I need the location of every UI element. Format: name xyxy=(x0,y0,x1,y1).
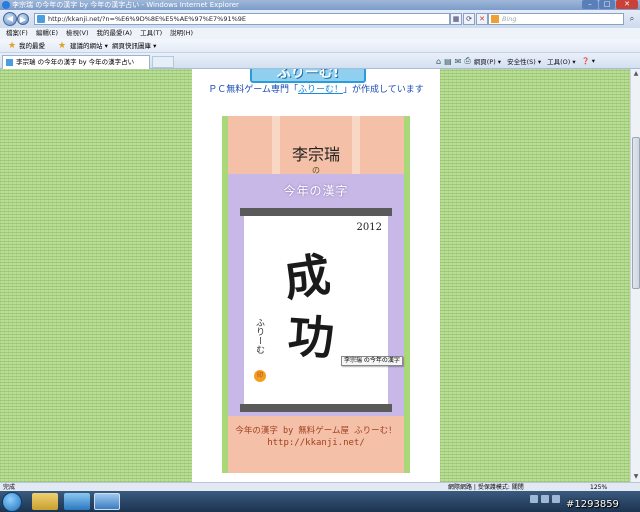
center-column: ふりーむ! ＰＣ無料ゲーム専門「ふりーむ！」が作成しています 李宗瑞 の 今年の… xyxy=(192,69,440,482)
page-content: ふりーむ! ＰＣ無料ゲーム専門「ふりーむ！」が作成しています 李宗瑞 の 今年の… xyxy=(0,69,630,482)
address-field[interactable]: http://kkanji.net/?n=%E6%9D%8E%E5%AE%97%… xyxy=(34,13,450,25)
scroll-bottom: 今年の漢字 by 無料ゲーム屋 ふりーむ！ http://kkanji.net/ xyxy=(228,416,404,473)
favorites-bar: ★ 我的最愛 ★ 建議的網站 ▾ 網頁快訊圖庫 ▾ xyxy=(0,39,640,53)
window-title-bar[interactable]: 李宗瑞 の今年の漢字 by 今年の漢字占い - Windows Internet… xyxy=(0,0,640,10)
window-title: 李宗瑞 の今年の漢字 by 今年の漢字占い - Windows Internet… xyxy=(12,1,239,9)
print-icon[interactable]: ⎙ xyxy=(464,56,470,66)
kanji-character-2: 功 xyxy=(286,308,336,366)
menu-favorites[interactable]: 我的最愛(A) xyxy=(97,28,133,39)
stop-button[interactable]: ✕ xyxy=(476,13,488,25)
search-field[interactable]: Bing xyxy=(488,13,624,25)
start-button[interactable] xyxy=(2,492,22,512)
bing-icon xyxy=(491,15,499,23)
menu-file[interactable]: 檔案(F) xyxy=(6,28,28,39)
feeds-icon[interactable]: ▤ xyxy=(444,57,452,66)
tagline-suffix: 」が作成しています xyxy=(343,85,424,95)
mail-icon[interactable]: ✉ xyxy=(455,57,462,66)
favorites-star-icon[interactable]: ★ xyxy=(8,41,16,51)
vertical-scrollbar[interactable]: ▲ ▼ xyxy=(630,69,640,482)
menu-tools[interactable]: 工具(T) xyxy=(140,28,162,39)
media-player-icon[interactable] xyxy=(64,493,90,510)
navigation-bar: ◀ ▶ http://kkanji.net/?n=%E6%9D%8E%E5%AE… xyxy=(0,10,640,28)
signature: ふりーむ xyxy=(254,318,264,354)
page-menu[interactable]: 網頁(P) ▾ xyxy=(474,56,501,66)
favorites-button[interactable]: 我的最愛 xyxy=(19,39,45,53)
command-bar: ⌂ ▤ ✉ ⎙ 網頁(P) ▾ 安全性(S) ▾ 工具(O) ▾ ❓ ▾ xyxy=(436,53,601,69)
tagline: ＰＣ無料ゲーム専門「ふりーむ！」が作成しています xyxy=(192,85,440,96)
ie-icon xyxy=(2,1,10,9)
tools-menu[interactable]: 工具(O) ▾ xyxy=(547,56,576,66)
site-favicon-icon xyxy=(37,15,45,23)
web-slice-gallery-button[interactable]: 網頁快訊圖庫 ▾ xyxy=(112,39,156,53)
tray-volume-icon[interactable] xyxy=(541,495,549,503)
scroll-middle: 今年の漢字 2012 成 功 ふりーむ 印 xyxy=(228,174,404,416)
help-menu[interactable]: ❓ ▾ xyxy=(582,57,595,65)
person-name: 李宗瑞 xyxy=(291,145,340,164)
tab-row: 李宗瑞 の今年の漢字 by 今年の漢字占い ⌂ ▤ ✉ ⎙ 網頁(P) ▾ 安全… xyxy=(0,53,640,69)
menu-bar: 檔案(F) 編輯(E) 檢視(V) 我的最愛(A) 工具(T) 說明(H) xyxy=(0,28,640,39)
maximize-button[interactable]: □ xyxy=(599,0,615,9)
close-button[interactable]: ✕ xyxy=(616,0,638,9)
status-bar: 完成 網際網路 | 受保護模式: 關閉 125% xyxy=(0,482,640,491)
compatibility-view-icon[interactable]: ▦ xyxy=(450,13,462,25)
minimize-button[interactable]: – xyxy=(582,0,598,9)
menu-help[interactable]: 說明(H) xyxy=(170,28,193,39)
tab-label: 李宗瑞 の今年の漢字 by 今年の漢字占い xyxy=(16,58,135,66)
scroll-paper: 2012 成 功 ふりーむ 印 xyxy=(244,216,388,404)
back-button[interactable]: ◀ xyxy=(3,12,17,26)
system-tray xyxy=(530,495,560,503)
scroll-rod-top xyxy=(240,208,392,216)
seal-stamp: 印 xyxy=(254,370,266,382)
hanging-scroll: 李宗瑞 の 今年の漢字 2012 成 功 ふりーむ 印 今年の漢字 by 無料ゲ… xyxy=(222,116,410,473)
new-tab-button[interactable] xyxy=(152,56,174,68)
internet-explorer-icon[interactable] xyxy=(94,493,120,510)
scroll-footer-url: http://kkanji.net/ xyxy=(267,438,365,448)
search-placeholder: Bing xyxy=(502,15,517,23)
suggested-sites-button[interactable]: 建議的網站 ▾ xyxy=(70,39,108,53)
forward-button[interactable]: ▶ xyxy=(17,13,29,25)
search-icon[interactable]: ⌕ xyxy=(626,13,638,25)
menu-view[interactable]: 檢視(V) xyxy=(66,28,89,39)
menu-edit[interactable]: 編輯(E) xyxy=(36,28,58,39)
year-label: 2012 xyxy=(356,222,382,233)
home-icon[interactable]: ⌂ xyxy=(436,57,441,66)
safety-menu[interactable]: 安全性(S) ▾ xyxy=(507,56,541,66)
tab-favicon-icon xyxy=(6,59,13,66)
site-logo[interactable]: ふりーむ! xyxy=(250,69,366,83)
taskbar xyxy=(0,491,640,512)
add-favorite-icon[interactable]: ★ xyxy=(58,41,66,51)
scroll-down-icon[interactable]: ▼ xyxy=(631,472,640,482)
scroll-rod-bottom xyxy=(240,404,392,412)
image-tooltip: 李宗瑞 の今年の漢字 xyxy=(341,356,403,366)
address-buttons: ▦ ⟳ ✕ xyxy=(450,13,488,25)
scroll-thumb[interactable] xyxy=(632,137,640,289)
scroll-footer-title: 今年の漢字 by 無料ゲーム屋 ふりーむ！ xyxy=(235,426,397,436)
scroll-up-icon[interactable]: ▲ xyxy=(631,69,640,79)
kanji-character-1: 成 xyxy=(280,247,334,307)
tagline-link[interactable]: ふりーむ！ xyxy=(298,85,343,95)
scroll-top: 李宗瑞 の xyxy=(228,116,404,175)
watermark: #1293859 xyxy=(566,499,619,510)
tagline-prefix: ＰＣ無料ゲーム専門「 xyxy=(208,85,298,95)
refresh-button[interactable]: ⟳ xyxy=(463,13,475,25)
scroll-banner: 今年の漢字 xyxy=(283,184,349,198)
url-text: http://kkanji.net/?n=%E6%9D%8E%E5%AE%97%… xyxy=(48,15,247,23)
explorer-icon[interactable] xyxy=(32,493,58,510)
tab-current[interactable]: 李宗瑞 の今年の漢字 by 今年の漢字占い xyxy=(2,55,150,69)
tray-network-icon[interactable] xyxy=(530,495,538,503)
window-controls: – □ ✕ xyxy=(582,0,638,9)
tray-flag-icon[interactable] xyxy=(552,495,560,503)
